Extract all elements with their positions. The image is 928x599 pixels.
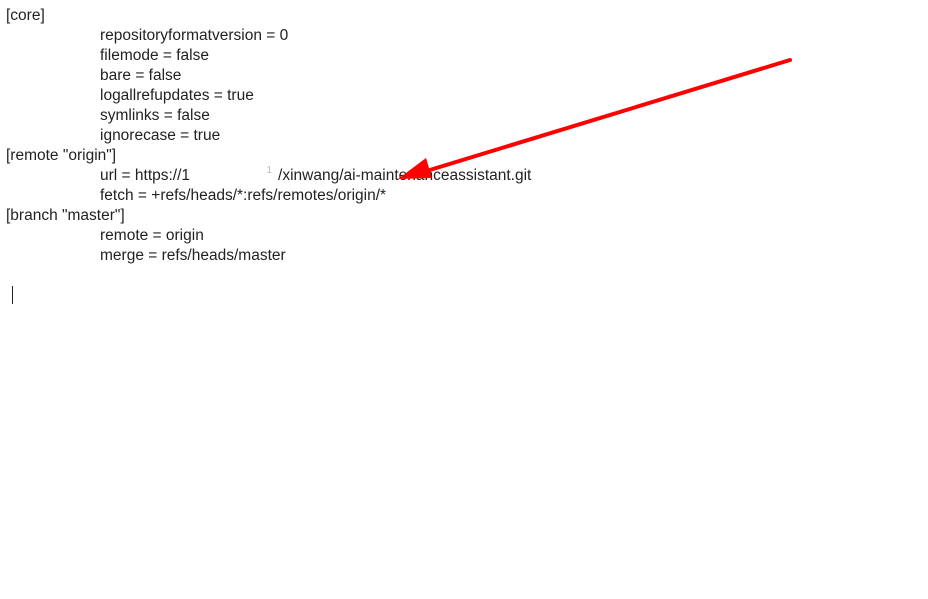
- remote-url-suffix: /xinwang/ai-maintenanceassistant.git: [278, 167, 531, 185]
- section-branch-header: [branch "master"]: [6, 206, 928, 226]
- core-repositoryformatversion: repositoryformatversion = 0: [100, 26, 928, 46]
- section-core-header: [core]: [6, 6, 928, 26]
- core-filemode: filemode = false: [100, 46, 928, 66]
- core-bare: bare = false: [100, 66, 928, 86]
- git-config-content: [core] repositoryformatversion = 0 filem…: [0, 6, 928, 266]
- remote-url: url = https://1 1 /xinwang/ai-maintenanc…: [100, 166, 928, 186]
- branch-merge: merge = refs/heads/master: [100, 246, 928, 266]
- core-logallrefupdates: logallrefupdates = true: [100, 86, 928, 106]
- remote-fetch: fetch = +refs/heads/*:refs/remotes/origi…: [100, 186, 928, 206]
- core-symlinks: symlinks = false: [100, 106, 928, 126]
- core-ignorecase: ignorecase = true: [100, 126, 928, 146]
- remote-url-prefix: url = https://1: [100, 167, 190, 185]
- redacted-segment: 1: [190, 168, 278, 184]
- text-cursor: [12, 286, 13, 304]
- branch-remote: remote = origin: [100, 226, 928, 246]
- section-remote-header: [remote "origin"]: [6, 146, 928, 166]
